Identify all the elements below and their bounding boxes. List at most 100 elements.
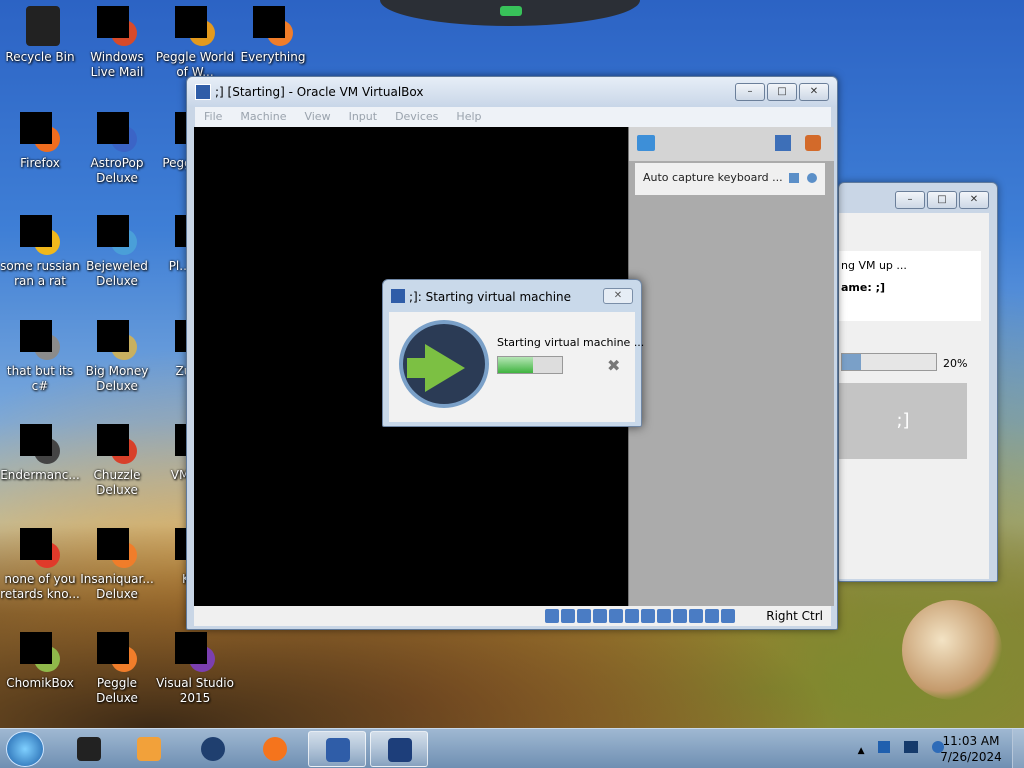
- sort-icon[interactable]: [775, 135, 791, 151]
- vm-menubar: File Machine View Input Devices Help: [195, 107, 831, 127]
- recycle-bin-icon: [20, 6, 60, 46]
- desktop-icon[interactable]: Bejeweled Deluxe: [77, 215, 157, 289]
- desktop-icon[interactable]: Firefox: [0, 112, 80, 171]
- desktop-icon-label: Chuzzle Deluxe: [93, 468, 141, 497]
- desktop-icon[interactable]: Windows Live Mail: [77, 6, 157, 80]
- vm-statusbar: Right Ctrl: [194, 606, 831, 626]
- windows-xp-icon: [388, 738, 412, 762]
- mail-icon: [97, 6, 137, 46]
- desktop-icon[interactable]: Recycle Bin: [0, 6, 80, 65]
- clock-time: 11:03 AM: [942, 734, 1000, 748]
- desktop-icon-label: AstroPop Deluxe: [90, 156, 144, 185]
- chomikbox-icon: [20, 632, 60, 672]
- status-led: [500, 6, 522, 16]
- vm-notification-panel: Auto capture keyboard ...: [628, 127, 834, 606]
- mouse-icon[interactable]: [705, 609, 719, 623]
- desktop-icon-label: Endermanc...: [0, 468, 80, 482]
- desktop-icon[interactable]: Insaniquar... Deluxe: [77, 528, 157, 602]
- dismiss-all-icon[interactable]: [805, 135, 821, 151]
- desktop-icon[interactable]: some russian ran a rat: [0, 215, 80, 289]
- starting-vm-dialog[interactable]: ;]: Starting virtual machine ✕ Starting …: [382, 279, 644, 427]
- floppy-icon[interactable]: [577, 609, 591, 623]
- taskbar-vm-xp[interactable]: [370, 731, 428, 767]
- desktop-icon[interactable]: Big Money Deluxe: [77, 320, 157, 394]
- top-notch-overlay: [380, 0, 640, 26]
- dialog-close-button[interactable]: ✕: [603, 288, 633, 304]
- close-notice-icon[interactable]: [807, 173, 817, 183]
- taskbar-virtualbox[interactable]: [308, 731, 366, 767]
- desktop-icon[interactable]: Visual Studio 2015: [155, 632, 235, 706]
- maximize-button[interactable]: □: [767, 83, 797, 101]
- network-icon[interactable]: [878, 741, 891, 753]
- desktop-icon[interactable]: that but its c#: [0, 320, 80, 394]
- cancel-icon[interactable]: ✖: [607, 356, 620, 375]
- audio-icon[interactable]: [593, 609, 607, 623]
- desktop-icon[interactable]: none of you retards kno...: [0, 528, 80, 602]
- arrow-down-icon[interactable]: [721, 609, 735, 623]
- optical-icon[interactable]: [561, 609, 575, 623]
- background-progress-window[interactable]: – □ ✕ ng VM up ... ame: ;] 20% ;]: [838, 182, 998, 582]
- menu-item-file[interactable]: File: [195, 107, 231, 126]
- shared-folder-icon[interactable]: [641, 609, 655, 623]
- desktop-icon[interactable]: AstroPop Deluxe: [77, 112, 157, 186]
- desktop-icon-label: Bejeweled Deluxe: [86, 259, 148, 288]
- auto-capture-notice[interactable]: Auto capture keyboard ...: [635, 163, 825, 195]
- firefox-icon: [263, 737, 287, 761]
- display-icon[interactable]: [904, 741, 919, 753]
- desktop-icon[interactable]: Peggle Deluxe: [77, 632, 157, 706]
- app-icon: [20, 215, 60, 255]
- taskbar-firefox[interactable]: [246, 731, 304, 767]
- dialog-body: Starting virtual machine ... ✖: [389, 312, 644, 422]
- host-key-label[interactable]: Right Ctrl: [766, 609, 823, 623]
- desktop-icon[interactable]: ChomikBox: [0, 632, 80, 691]
- notification-icon[interactable]: [637, 135, 655, 151]
- recording-icon[interactable]: [673, 609, 687, 623]
- show-desktop-button[interactable]: [1012, 729, 1024, 768]
- clock[interactable]: 11:03 AM 7/26/2024: [936, 733, 1006, 765]
- network-icon[interactable]: [609, 609, 623, 623]
- peggle-icon: [97, 632, 137, 672]
- peggle-icon: [175, 6, 215, 46]
- usb-icon[interactable]: [625, 609, 639, 623]
- game-icon: [97, 112, 137, 152]
- clock-date: 7/26/2024: [940, 750, 1002, 764]
- desktop-icon-label: Peggle Deluxe: [96, 676, 138, 705]
- close-button[interactable]: ✕: [799, 83, 829, 101]
- vm-titlebar[interactable]: ;] [Starting] - Oracle VM VirtualBox – □…: [187, 77, 837, 107]
- desktop-icon-label: Firefox: [20, 156, 60, 170]
- back-close-button[interactable]: ✕: [959, 191, 989, 209]
- taskbar-explorer[interactable]: [60, 731, 118, 767]
- desktop-icon[interactable]: Everything: [233, 6, 313, 65]
- pin-icon[interactable]: [789, 173, 799, 183]
- desktop-icon[interactable]: Chuzzle Deluxe: [77, 424, 157, 498]
- game-icon: [97, 528, 137, 568]
- back-maximize-button[interactable]: □: [927, 191, 957, 209]
- cpu-icon[interactable]: [689, 609, 703, 623]
- notice-text: Auto capture keyboard ...: [643, 171, 783, 184]
- hdd-icon[interactable]: [545, 609, 559, 623]
- visual-studio-icon: [175, 632, 215, 672]
- start-button[interactable]: [6, 731, 44, 767]
- back-minimize-button[interactable]: –: [895, 191, 925, 209]
- tray-expand-icon[interactable]: ▲: [858, 746, 865, 756]
- desktop-icon[interactable]: Endermanc...: [0, 424, 80, 483]
- menu-item-input[interactable]: Input: [340, 107, 386, 126]
- desktop-icon-label: Visual Studio 2015: [156, 676, 234, 705]
- menu-item-machine[interactable]: Machine: [231, 107, 295, 126]
- desktop-icon[interactable]: Peggle World of W...: [155, 6, 235, 80]
- system-tray: ▲: [858, 741, 944, 756]
- menu-item-devices[interactable]: Devices: [386, 107, 447, 126]
- vm-window-title: ;] [Starting] - Oracle VM VirtualBox: [215, 85, 424, 99]
- globe-icon: [201, 737, 225, 761]
- display-icon[interactable]: [657, 609, 671, 623]
- back-vm-preview: ;]: [839, 383, 967, 459]
- taskbar-media-player[interactable]: [120, 731, 178, 767]
- menu-item-view[interactable]: View: [295, 107, 339, 126]
- game-icon: [97, 424, 137, 464]
- taskbar-globe[interactable]: [184, 731, 242, 767]
- minimize-button[interactable]: –: [735, 83, 765, 101]
- back-progress-box: ng VM up ... ame: ;]: [839, 251, 981, 321]
- device-status-icons: [544, 606, 736, 629]
- menu-item-help[interactable]: Help: [447, 107, 490, 126]
- desktop-icon-label: ChomikBox: [6, 676, 74, 690]
